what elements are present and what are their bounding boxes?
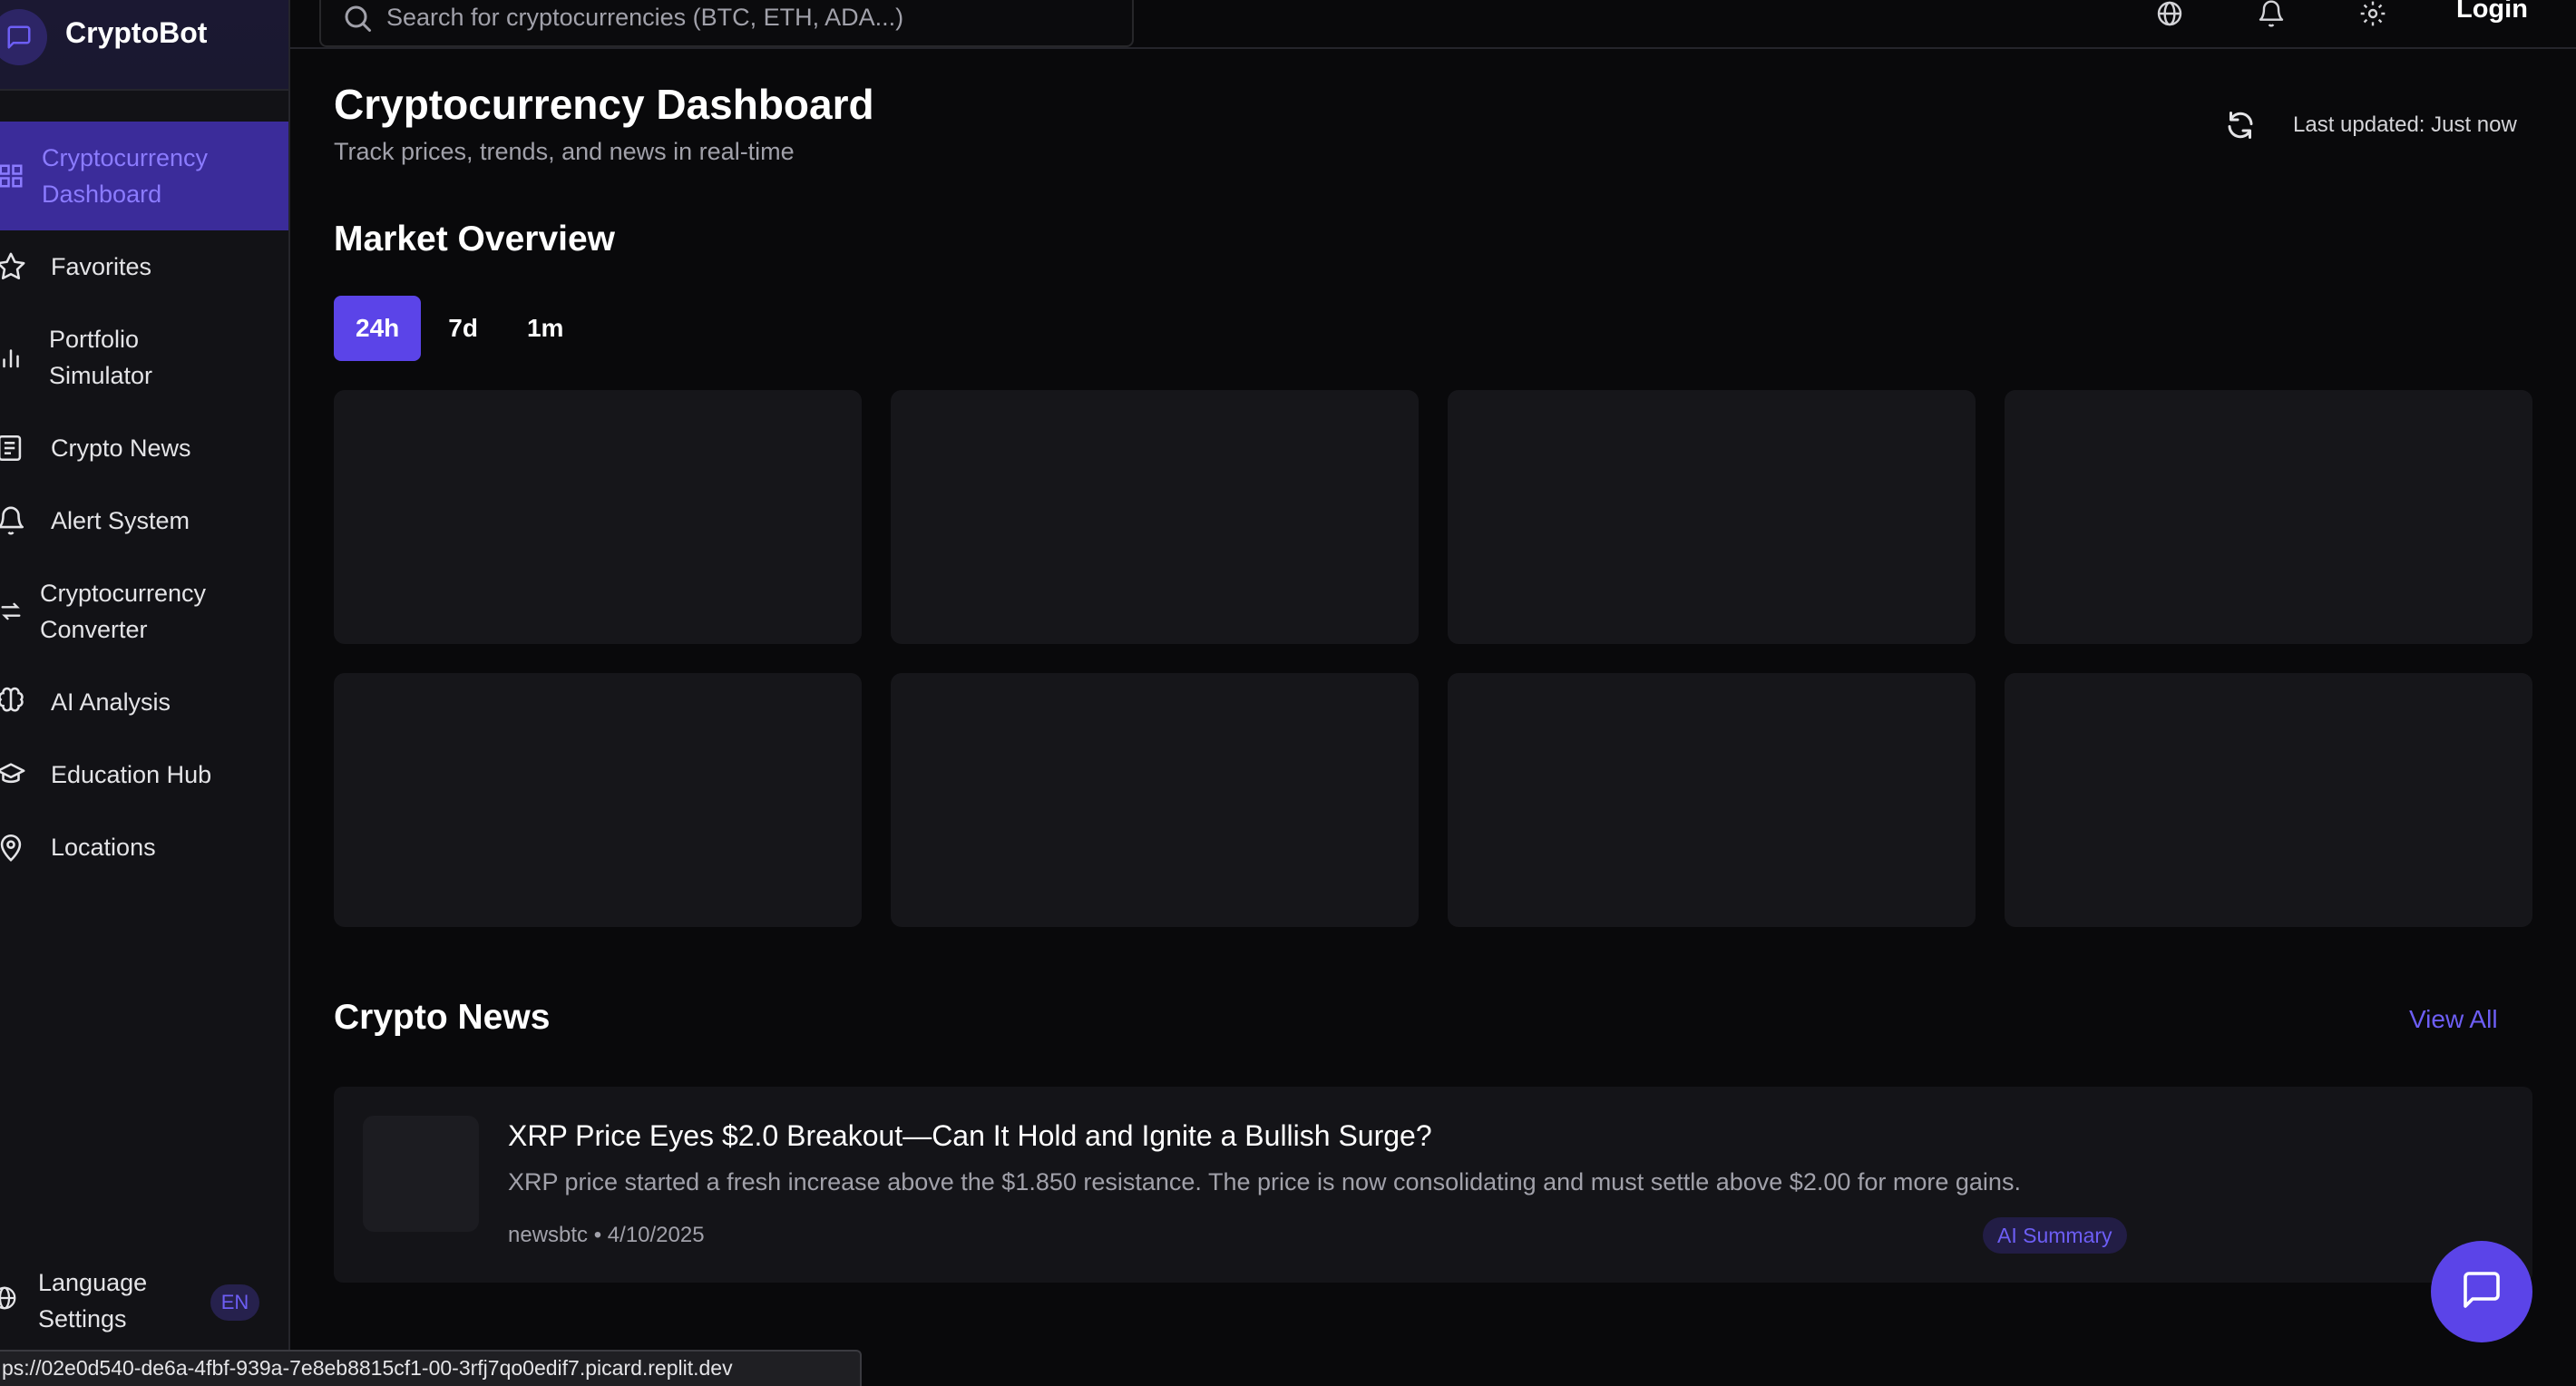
language-settings[interactable]: Language Settings EN (0, 1261, 288, 1342)
bell-icon (0, 504, 27, 537)
status-url: ps://02e0d540-de6a-4fbf-939a-7e8eb8815cf… (0, 1350, 862, 1386)
sidebar-item-label: Favorites (51, 253, 152, 280)
sidebar-item-education-hub[interactable]: Education Hub (0, 738, 288, 811)
sidebar-item-converter[interactable]: Cryptocurrency Converter (0, 557, 288, 666)
sidebar-item-dashboard[interactable]: Cryptocurrency Dashboard (0, 122, 288, 230)
market-card-skeleton (2005, 390, 2532, 644)
sidebar-item-portfolio-simulator[interactable]: Portfolio Simulator (0, 303, 288, 412)
language-badge: EN (210, 1284, 259, 1321)
tab-1m[interactable]: 1m (505, 296, 585, 361)
view-all-link[interactable]: View All (2409, 1005, 2498, 1034)
sidebar-item-label: Portfolio Simulator (49, 326, 153, 389)
sidebar-item-locations[interactable]: Locations (0, 811, 288, 883)
news-meta: newsbtc • 4/10/2025 (508, 1223, 705, 1248)
grid-icon (0, 160, 27, 192)
bar-chart-icon (0, 341, 27, 374)
search-box[interactable] (319, 0, 1134, 47)
news-description: XRP price started a fresh increase above… (508, 1168, 2021, 1196)
ai-summary-button[interactable]: AI Summary (1983, 1217, 2127, 1254)
news-date: 4/10/2025 (607, 1223, 705, 1247)
news-title[interactable]: XRP Price Eyes $2.0 Breakout—Can It Hold… (508, 1119, 1432, 1153)
market-card-skeleton (891, 673, 1419, 927)
login-button[interactable]: Login (2456, 0, 2528, 24)
market-overview-title: Market Overview (334, 220, 616, 259)
swap-icon (0, 595, 27, 628)
news-thumbnail (363, 1116, 479, 1232)
sidebar-item-alert-system[interactable]: Alert System (0, 484, 288, 557)
top-bar: Login (290, 0, 2576, 49)
sidebar-item-label: Crypto News (51, 434, 191, 462)
gear-icon[interactable] (2356, 0, 2389, 27)
map-pin-icon (0, 831, 27, 864)
refresh-icon[interactable] (2224, 109, 2257, 146)
sidebar-item-crypto-news[interactable]: Crypto News (0, 412, 288, 484)
star-icon (0, 250, 27, 283)
brand-header[interactable]: CryptoBot (0, 0, 288, 91)
globe-icon (0, 1284, 18, 1322)
page-title: Cryptocurrency Dashboard (334, 81, 874, 128)
market-card-skeleton (1448, 390, 1976, 644)
graduation-cap-icon (0, 758, 27, 791)
market-card-skeleton (334, 390, 862, 644)
language-settings-label: Language Settings (38, 1269, 148, 1332)
chat-icon (2460, 1268, 2503, 1316)
timeframe-tabs: 24h 7d 1m (334, 296, 590, 361)
sidebar-item-label: AI Analysis (51, 688, 171, 716)
sidebar-item-favorites[interactable]: Favorites (0, 230, 288, 303)
sidebar-item-label: Cryptocurrency Converter (40, 580, 207, 643)
chat-button[interactable] (2431, 1241, 2532, 1342)
crypto-news-title: Crypto News (334, 998, 551, 1037)
brand-name: CryptoBot (65, 16, 208, 49)
tab-24h[interactable]: 24h (334, 296, 422, 361)
sidebar: CryptoBot Cryptocurrency Dashboard Favori… (0, 0, 290, 1386)
market-card-skeleton (2005, 673, 2532, 927)
chat-logo-icon (0, 9, 47, 65)
sidebar-item-ai-analysis[interactable]: AI Analysis (0, 666, 288, 738)
brain-icon (0, 686, 27, 718)
sidebar-item-label: Education Hub (51, 761, 212, 788)
sidebar-item-label: Locations (51, 834, 156, 861)
sidebar-item-label: Alert System (51, 507, 190, 534)
news-item[interactable]: XRP Price Eyes $2.0 Breakout—Can It Hold… (334, 1087, 2532, 1283)
market-card-skeleton (891, 390, 1419, 644)
meta-separator: • (593, 1223, 608, 1247)
search-input[interactable] (386, 0, 1112, 40)
page-subtitle: Track prices, trends, and news in real-t… (334, 138, 795, 165)
globe-icon[interactable] (2153, 0, 2186, 27)
last-updated: Last updated: Just now (2293, 112, 2517, 137)
market-card-skeleton (1448, 673, 1976, 927)
news-source: newsbtc (508, 1223, 589, 1247)
bell-icon[interactable] (2255, 0, 2288, 27)
search-icon (341, 2, 374, 39)
tab-7d[interactable]: 7d (426, 296, 500, 361)
sidebar-item-label: Cryptocurrency Dashboard (42, 144, 209, 208)
newspaper-icon (0, 432, 27, 464)
sidebar-nav: Cryptocurrency Dashboard Favorites Portfo… (0, 122, 288, 883)
market-card-skeleton (334, 673, 862, 927)
